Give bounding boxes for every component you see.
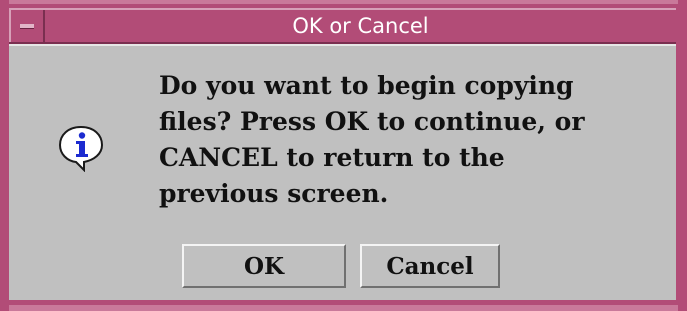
title-bar[interactable]: OK or Cancel: [9, 8, 676, 44]
dialog-message: Do you want to begin copying files? Pres…: [159, 68, 659, 212]
message-line: files? Press OK to continue, or: [159, 107, 585, 136]
window-title: OK or Cancel: [292, 14, 429, 38]
window-menu-button[interactable]: [9, 10, 45, 42]
window-border-top[interactable]: [9, 0, 678, 4]
message-line: Do you want to begin copying: [159, 71, 574, 100]
window-menu-icon: [20, 23, 34, 29]
dialog-body: Do you want to begin copying files? Pres…: [9, 44, 676, 300]
info-icon: [58, 125, 104, 172]
message-line: previous screen.: [159, 179, 389, 208]
message-line: CANCEL to return to the: [159, 143, 505, 172]
ok-button[interactable]: OK: [182, 244, 346, 288]
cancel-button[interactable]: Cancel: [360, 244, 500, 288]
window-border-bottom[interactable]: [9, 305, 678, 311]
